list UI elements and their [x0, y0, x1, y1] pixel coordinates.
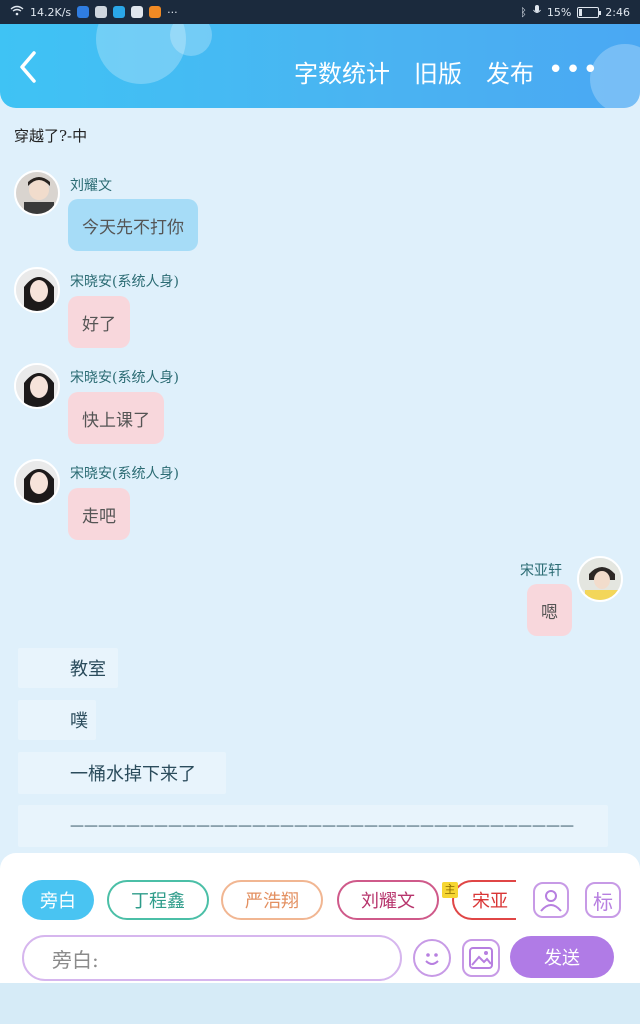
top-header: 字数统计 旧版 发布 •••: [0, 24, 640, 108]
word-count-button[interactable]: 字数统计: [294, 54, 390, 89]
sender-name: 宋晓安(系统人身): [70, 274, 179, 290]
avatar-song-yaxuan[interactable]: [577, 556, 623, 602]
old-version-button[interactable]: 旧版: [414, 54, 462, 89]
role-song-button[interactable]: 宋亚: [452, 880, 516, 920]
notification-app-icon: [77, 6, 90, 18]
emoji-icon[interactable]: [413, 939, 451, 977]
send-button[interactable]: 发送: [510, 936, 614, 978]
bluetooth-icon: ᛒ: [520, 5, 527, 19]
wifi-icon: [10, 5, 24, 19]
role-ding-button[interactable]: 丁程鑫: [107, 880, 209, 920]
avatar-liu[interactable]: [14, 170, 60, 216]
network-speed: 14.2K/s: [30, 5, 72, 19]
avatar-song-xiaoan[interactable]: [14, 267, 60, 313]
battery-icon: [577, 6, 602, 18]
notification-app-icon: [113, 6, 126, 18]
notification-app-icon: [95, 6, 108, 18]
message-bubble[interactable]: 今天先不打你: [68, 199, 198, 251]
input-panel: 旁白 丁程鑫 严浩翔 刘耀文 宋亚 主 标 旁白: 发送: [0, 853, 640, 983]
message-bubble[interactable]: 嗯: [527, 584, 572, 636]
role-aside-button[interactable]: 旁白: [22, 880, 94, 920]
more-options-button[interactable]: •••: [548, 57, 600, 83]
back-button[interactable]: [18, 50, 48, 90]
narration-line[interactable]: ————————————————————————————————————: [18, 805, 608, 847]
notification-app-icon: [131, 6, 144, 18]
mic-icon: [532, 5, 541, 19]
sender-name: 宋晓安(系统人身): [70, 466, 179, 482]
bottom-bar: [0, 983, 640, 1024]
chevron-left-icon: [20, 51, 36, 83]
sender-name: 刘耀文: [70, 178, 112, 194]
sender-name: 宋晓安(系统人身): [70, 370, 179, 386]
tag-icon[interactable]: 标: [585, 882, 621, 918]
narration-line[interactable]: 噗: [18, 700, 96, 740]
role-liu-button[interactable]: 刘耀文: [337, 880, 439, 920]
clock: 2:46: [605, 5, 630, 19]
role-yan-button[interactable]: 严浩翔: [221, 880, 323, 920]
more-notifications-icon: ···: [167, 5, 178, 19]
status-bar: 14.2K/s ··· ᛒ 15% 2:46: [0, 0, 640, 24]
notification-app-icon: [149, 6, 162, 18]
character-icon[interactable]: [533, 882, 569, 918]
publish-button[interactable]: 发布: [486, 54, 534, 89]
avatar-song-xiaoan[interactable]: [14, 363, 60, 409]
message-bubble[interactable]: 好了: [68, 296, 130, 348]
image-icon[interactable]: [462, 939, 500, 977]
battery-percent: 15%: [546, 5, 572, 19]
main-role-badge: 主: [442, 882, 458, 898]
message-bubble[interactable]: 走吧: [68, 488, 130, 540]
narration-line[interactable]: 一桶水掉下来了: [18, 752, 226, 794]
sender-name: 宋亚轩: [520, 563, 562, 579]
avatar-song-xiaoan[interactable]: [14, 459, 60, 505]
narration-line[interactable]: 教室: [18, 648, 118, 688]
message-input[interactable]: 旁白:: [22, 935, 402, 981]
scene-title: 穿越了?-中: [14, 127, 88, 145]
message-bubble[interactable]: 快上课了: [68, 392, 164, 444]
